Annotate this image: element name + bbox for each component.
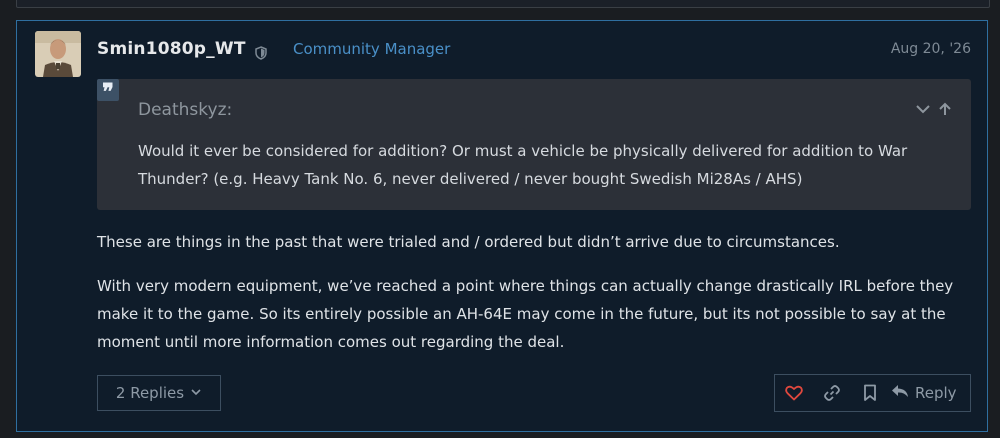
post-paragraph: With very modern equipment, we’ve reache… bbox=[97, 277, 954, 351]
chevron-down-icon[interactable] bbox=[915, 101, 931, 117]
shield-icon bbox=[255, 45, 267, 60]
bookmark-icon[interactable] bbox=[851, 374, 889, 412]
forum-post: Smin1080p_WT Community Manager Aug 20, '… bbox=[16, 20, 988, 432]
arrow-up-icon[interactable] bbox=[937, 101, 953, 117]
link-icon[interactable] bbox=[813, 374, 851, 412]
post-date[interactable]: Aug 20, '26 bbox=[891, 41, 971, 57]
quote-text: Would it ever be considered for addition… bbox=[138, 142, 908, 188]
reply-button[interactable]: Reply bbox=[891, 383, 957, 403]
user-title[interactable]: Community Manager bbox=[293, 40, 450, 58]
quote-icon: ❞ bbox=[97, 79, 119, 105]
post-paragraph: These are things in the past that were t… bbox=[97, 233, 840, 251]
reply-arrow-icon bbox=[891, 383, 909, 403]
quote-controls bbox=[915, 101, 953, 117]
replies-label: 2 Replies bbox=[115, 384, 185, 402]
chevron-down-icon bbox=[190, 384, 202, 402]
post-actions: Reply bbox=[774, 374, 971, 412]
show-replies-button[interactable]: 2 Replies bbox=[97, 375, 221, 411]
previous-post-edge bbox=[16, 0, 990, 8]
reply-label: Reply bbox=[915, 384, 957, 402]
quote-author[interactable]: Deathskyz: bbox=[138, 100, 232, 120]
avatar[interactable] bbox=[35, 31, 81, 77]
username[interactable]: Smin1080p_WT bbox=[97, 39, 246, 59]
quote-block: ❞ Deathskyz: Would it ever be considered… bbox=[97, 79, 971, 210]
heart-icon[interactable] bbox=[775, 374, 813, 412]
